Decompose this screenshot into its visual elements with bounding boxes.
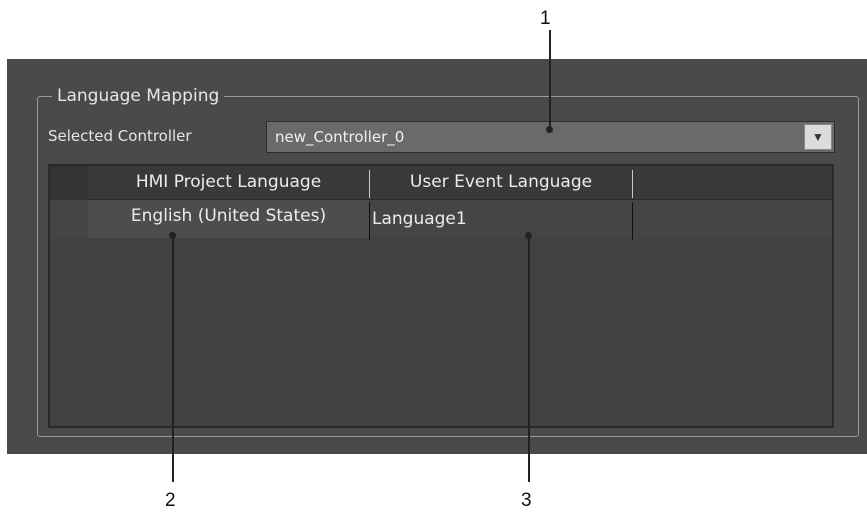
callout-number-1: 1 [540,8,551,29]
header-divider [369,170,370,198]
callout-number-3: 3 [521,490,532,511]
cell-user-event-language[interactable]: Language1 [372,200,630,238]
cell-empty[interactable] [633,200,832,238]
user-event-language-value: Language1 [372,209,467,229]
callout-dot-1 [546,126,553,133]
table-header-row: HMI Project Language User Event Language [50,166,832,200]
callout-line-2 [172,236,174,482]
table-row[interactable]: English (United States) Language1 [50,200,832,238]
cell-hmi-project-language[interactable]: English (United States) [88,200,369,238]
triangle-down-icon: ▼ [812,130,824,144]
group-title: Language Mapping [52,85,225,107]
controller-dropdown-value: new_Controller_0 [275,128,405,146]
column-header-user-event-language[interactable]: User Event Language [370,166,632,199]
column-header-empty [633,166,832,199]
row-divider [369,202,370,240]
row-header-corner [50,166,88,200]
callout-number-2: 2 [165,490,176,511]
column-header-hmi-project-language[interactable]: HMI Project Language [88,166,369,199]
dropdown-arrow-button[interactable]: ▼ [804,124,832,150]
row-divider [632,202,633,240]
selected-controller-label: Selected Controller [48,127,192,145]
callout-line-3 [528,236,530,482]
callout-line-1 [549,30,551,128]
header-divider [632,170,633,198]
language-mapping-table: HMI Project Language User Event Language… [48,164,834,428]
